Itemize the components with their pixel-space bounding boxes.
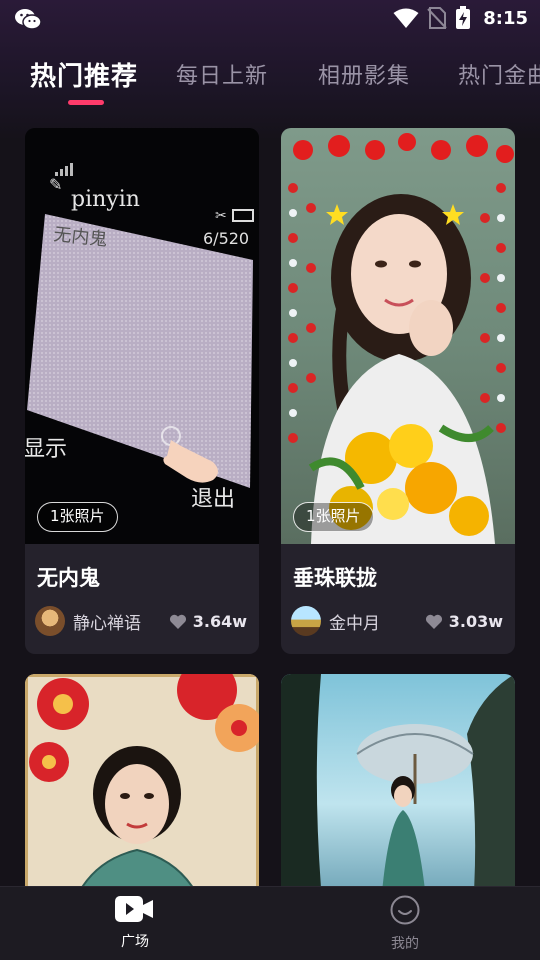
card-likes[interactable]: 3.64w [169, 612, 247, 631]
heart-icon [425, 614, 442, 629]
card-likes[interactable]: 3.03w [425, 612, 503, 631]
phone-screen-image: ✎ pinyin ✂ 无内鬼 6/520 显示 退出 [25, 128, 259, 544]
video-play-icon [115, 896, 153, 922]
tab-album[interactable]: 相册影集 [318, 58, 410, 90]
card-author[interactable]: 静心禅语 [35, 606, 141, 636]
likes-count: 3.03w [448, 612, 503, 631]
nav-item-plaza[interactable]: 广场 [75, 895, 195, 951]
media-left-text: 显示 [25, 437, 67, 462]
category-tabs: 热门推荐 每日上新 相册影集 热门金曲 [0, 48, 540, 112]
avatar [291, 606, 321, 636]
umbrella-portrait-image [281, 674, 515, 886]
feed-grid: ✎ pinyin ✂ 无内鬼 6/520 显示 退出 1张照片 无内鬼 静心禅语… [0, 128, 540, 886]
card-thumbnail[interactable] [25, 674, 259, 886]
card-title: 无内鬼 [37, 566, 100, 590]
tab-hot-songs[interactable]: 热门金曲 [458, 58, 540, 90]
no-sim-icon [427, 7, 447, 29]
status-bar: 8:15 [0, 0, 540, 40]
card-author[interactable]: 金中月 [291, 606, 380, 636]
tab-hot-recommend[interactable]: 热门推荐 [30, 56, 138, 93]
photo-count-badge: 1张照片 [293, 502, 374, 532]
nav-label-mine: 我的 [391, 936, 419, 952]
feed-card[interactable] [281, 674, 515, 886]
nav-item-mine[interactable]: 我的 [345, 895, 465, 953]
battery-charging-icon [456, 6, 471, 29]
tab-daily-new[interactable]: 每日上新 [176, 58, 268, 90]
bottom-nav: 广场 我的 [0, 886, 540, 960]
media-right-text: 退出 [191, 487, 235, 512]
heart-icon [169, 614, 186, 629]
photo-count-badge: 1张照片 [37, 502, 118, 532]
status-time: 8:15 [483, 7, 528, 29]
media-top-text: pinyin [71, 187, 140, 212]
status-left [14, 7, 42, 35]
wechat-icon [15, 9, 42, 30]
card-thumbnail[interactable]: ✎ pinyin ✂ 无内鬼 6/520 显示 退出 1张照片 [25, 128, 259, 544]
portrait-image [281, 128, 515, 544]
card-thumbnail[interactable]: 1张照片 [281, 128, 515, 544]
app-screen: 8:15 热门推荐 每日上新 相册影集 热门金曲 ✎ pinyin ✂ 无内鬼 … [0, 0, 540, 960]
wifi-icon [393, 8, 419, 28]
avatar [35, 606, 65, 636]
author-name: 静心禅语 [73, 613, 141, 634]
qipao-portrait-image [25, 674, 259, 886]
smiley-icon [390, 895, 420, 925]
feed-card[interactable] [25, 674, 259, 886]
card-title: 垂珠联拢 [293, 566, 377, 590]
author-name: 金中月 [329, 613, 380, 634]
nav-label-plaza: 广场 [121, 934, 149, 950]
svg-text:✂: ✂ [215, 208, 227, 224]
svg-text:✎: ✎ [49, 175, 62, 194]
tab-indicator [68, 100, 104, 105]
media-counter-text: 6/520 [203, 229, 249, 248]
likes-count: 3.64w [192, 612, 247, 631]
status-right: 8:15 [393, 6, 528, 30]
card-thumbnail[interactable] [281, 674, 515, 886]
feed-card[interactable]: ✎ pinyin ✂ 无内鬼 6/520 显示 退出 1张照片 无内鬼 静心禅语… [25, 128, 259, 654]
feed-card[interactable]: 1张照片 垂珠联拢 金中月 3.03w [281, 128, 515, 654]
